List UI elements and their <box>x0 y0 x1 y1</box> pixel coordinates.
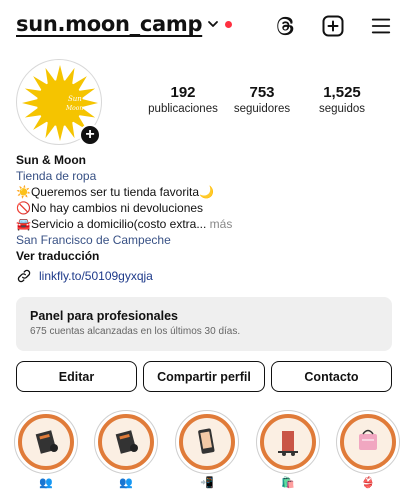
link-icon <box>17 269 31 283</box>
top-bar: sun.moon_camp <box>0 0 408 52</box>
highlight-cover <box>340 414 396 470</box>
professional-dashboard[interactable]: Panel para profesionales 675 cuentas alc… <box>16 297 392 351</box>
highlight-item[interactable]: 👥 <box>14 410 78 490</box>
add-post-icon[interactable] <box>320 13 346 39</box>
posts-count: 192 <box>170 84 196 101</box>
following-label: seguidos <box>318 103 366 115</box>
display-name: Sun & Moon <box>16 153 86 167</box>
highlight-badge: 📲 <box>200 477 214 489</box>
highlight-cover <box>179 414 235 470</box>
more-link[interactable]: más <box>206 217 233 231</box>
highlight-badge: 🛍️ <box>281 477 295 489</box>
followers-label: seguidores <box>233 103 291 115</box>
highlight-ring <box>94 410 158 474</box>
contact-button[interactable]: Contacto <box>271 361 392 392</box>
bio-line: ☀️Queremos ser tu tienda favorita🌙 <box>16 185 214 199</box>
shopping-cart-icon <box>278 431 298 456</box>
lingerie-bag-icon <box>359 429 377 450</box>
highlight-ring <box>175 410 239 474</box>
see-translation-link[interactable]: Ver traducción <box>16 248 396 264</box>
following-count: 1,525 <box>323 84 361 101</box>
highlight-badge: 👥 <box>119 477 133 489</box>
highlight-cover <box>18 414 74 470</box>
highlight-ring <box>336 410 400 474</box>
followers-count: 753 <box>249 84 275 101</box>
phone-icon <box>198 428 215 454</box>
logo-text-sun: Sun <box>68 95 82 103</box>
bio-line: 🚘Servicio a domicilio(costo extra... <box>16 217 207 231</box>
highlight-item[interactable]: 🛍️ <box>256 410 320 490</box>
highlight-ring <box>14 410 78 474</box>
dashboard-subtitle: 675 cuentas alcanzadas en los últimos 30… <box>30 326 241 337</box>
account-switcher[interactable]: sun.moon_camp <box>16 12 233 36</box>
bio-line-last: 🚘Servicio a domicilio(costo extra... más <box>16 216 396 232</box>
profile-location[interactable]: San Francisco de Campeche <box>16 232 396 248</box>
highlight-item[interactable]: 📲 <box>175 410 239 490</box>
profile-link-text[interactable]: linkfly.to/50109gyxqja <box>39 269 153 283</box>
menu-icon[interactable] <box>368 13 394 39</box>
threads-icon[interactable] <box>272 13 298 39</box>
followers-stat[interactable]: 753 seguidores <box>228 84 296 115</box>
clipboard-review-icon <box>115 430 138 454</box>
profile-link[interactable]: linkfly.to/50109gyxqja <box>16 268 153 284</box>
bio-line: 🚫No hay cambios ni devoluciones <box>16 201 204 215</box>
profile-bio: Sun & Moon Tienda de ropa ☀️Queremos ser… <box>16 152 396 264</box>
username[interactable]: sun.moon_camp <box>16 12 203 36</box>
posts-stat[interactable]: 192 publicaciones <box>148 84 218 115</box>
highlight-item[interactable]: 👙 <box>336 410 400 490</box>
following-stat[interactable]: 1,525 seguidos <box>312 84 372 115</box>
highlight-item[interactable]: 👥 <box>94 410 158 490</box>
highlight-badge: 👥 <box>39 477 53 489</box>
add-story-button[interactable]: + <box>79 124 101 146</box>
edit-profile-button[interactable]: Editar <box>16 361 137 392</box>
highlight-ring <box>256 410 320 474</box>
share-profile-button[interactable]: Compartir perfil <box>143 361 265 392</box>
highlight-badge: 👙 <box>361 477 375 489</box>
clipboard-review-icon <box>35 430 58 454</box>
notification-dot <box>225 20 233 28</box>
posts-label: publicaciones <box>148 103 218 115</box>
chevron-down-icon[interactable] <box>207 18 219 30</box>
highlight-cover <box>260 414 316 470</box>
highlight-cover <box>98 414 154 470</box>
dashboard-title: Panel para profesionales <box>30 309 178 323</box>
profile-category[interactable]: Tienda de ropa <box>16 168 396 184</box>
logo-text-moon: Moon <box>65 105 83 112</box>
